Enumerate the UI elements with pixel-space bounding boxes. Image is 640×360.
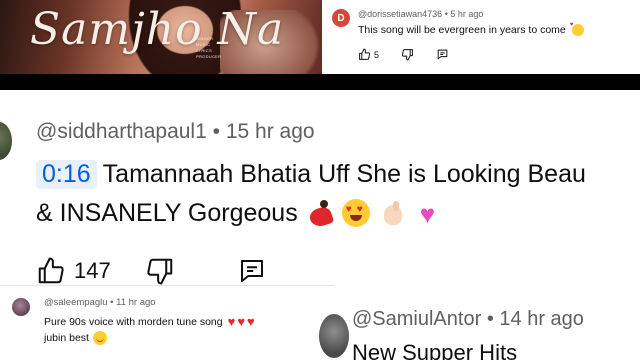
- comment-time: 14 hr ago: [499, 308, 584, 330]
- comment-time: 11 hr ago: [116, 297, 156, 308]
- meta-separator: •: [486, 308, 494, 330]
- comment-meta: @saleempaglu • 11 hr ago: [44, 297, 156, 308]
- comment-text-line: jubin best: [44, 331, 107, 345]
- comment-text: This song will be evergreen in years to …: [358, 22, 584, 37]
- like-button[interactable]: 147: [36, 256, 111, 285]
- red-heart-emoji: ♥: [237, 314, 246, 329]
- comment-author[interactable]: @SamiulAntor: [352, 308, 481, 330]
- heart-eyes-emoji: ♥ ♥: [341, 199, 370, 227]
- comment-author[interactable]: @saleempaglu: [44, 297, 108, 308]
- reply-button[interactable]: [237, 256, 267, 285]
- comment-card-samiulantor: @SamiulAntor • 14 hr ago New Supper Hits: [319, 290, 640, 360]
- thumbs-up-icon: [359, 48, 371, 60]
- dislike-button[interactable]: [401, 48, 414, 61]
- avatar[interactable]: [12, 298, 30, 316]
- sparkling-heart-emoji: ♥: [419, 199, 436, 229]
- red-heart-emoji: ♥: [227, 314, 236, 329]
- comment-meta: @SamiulAntor • 14 hr ago: [352, 308, 584, 331]
- reply-icon: [437, 49, 448, 60]
- red-heart-emoji: ♥: [247, 314, 255, 329]
- like-count: 147: [74, 258, 111, 283]
- dislike-button[interactable]: [145, 256, 175, 285]
- timestamp-link[interactable]: 0:16: [36, 160, 97, 189]
- comment-text: New Supper Hits: [352, 340, 518, 360]
- like-button[interactable]: 5: [358, 48, 379, 61]
- avatar[interactable]: [319, 314, 349, 358]
- thumbs-down-icon: [401, 49, 413, 61]
- thumbs-up-icon: [38, 257, 64, 284]
- avatar[interactable]: [0, 122, 12, 160]
- comment-text-content: jubin best: [44, 332, 89, 344]
- comment-author[interactable]: @dorissetiawan4736: [358, 9, 442, 19]
- comment-card-saleempaglu: @saleempaglu • 11 hr ago Pure 90s voice …: [0, 285, 334, 360]
- comment-actions: 5: [358, 48, 471, 61]
- comment-meta: @siddharthapaul1 • 15 hr ago: [36, 120, 315, 144]
- thumbnail-credit-line: PRODUCER: [196, 54, 222, 59]
- smiling-face-emoji: [92, 331, 107, 345]
- comment-card-dorissetiawan: D @dorissetiawan4736 • 5 hr ago This son…: [322, 0, 640, 74]
- meta-separator: •: [110, 297, 114, 308]
- comment-time: 15 hr ago: [225, 120, 315, 143]
- video-thumbnail[interactable]: Samjho Na SINGER MUSIC LYRICS PRODUCER: [0, 0, 322, 74]
- comment-text-content: Tamannaah Bhatia Uff She is Looking Beau: [102, 160, 586, 188]
- comment-text-content: & INSANELY Gorgeous: [36, 198, 298, 227]
- reply-button[interactable]: [436, 48, 449, 61]
- smiling-face-with-hearts-emoji: ♥: [570, 22, 584, 37]
- comment-card-siddharthapaul1: @siddharthapaul1 • 15 hr ago 0:16 Tamanna…: [0, 90, 640, 285]
- comment-actions: 147: [36, 256, 267, 285]
- avatar[interactable]: D: [332, 9, 350, 27]
- reply-icon: [240, 260, 263, 282]
- divider-band: [0, 74, 640, 90]
- comment-text-line: 0:16 Tamannaah Bhatia Uff She is Looking …: [36, 160, 586, 189]
- comment-text-content: This song will be evergreen in years to …: [358, 24, 566, 36]
- meta-separator: •: [212, 120, 220, 143]
- pinching-hand-emoji: [380, 199, 406, 227]
- comment-meta: @dorissetiawan4736 • 5 hr ago: [358, 9, 483, 19]
- thumbnail-credits: SINGER MUSIC LYRICS PRODUCER: [196, 36, 306, 60]
- like-count: 5: [374, 49, 380, 60]
- comment-text-content: Pure 90s voice with morden tune song: [44, 315, 223, 328]
- meta-separator: •: [444, 9, 448, 19]
- comment-text-line: & INSANELY Gorgeous ♥ ♥ ♥: [36, 198, 446, 229]
- comment-time: 5 hr ago: [450, 9, 484, 19]
- comment-author[interactable]: @siddharthapaul1: [36, 120, 207, 143]
- dancer-emoji: [306, 198, 334, 229]
- comment-text-line: Pure 90s voice with morden tune song ♥ ♥…: [44, 314, 255, 329]
- thumbs-down-icon: [147, 258, 172, 285]
